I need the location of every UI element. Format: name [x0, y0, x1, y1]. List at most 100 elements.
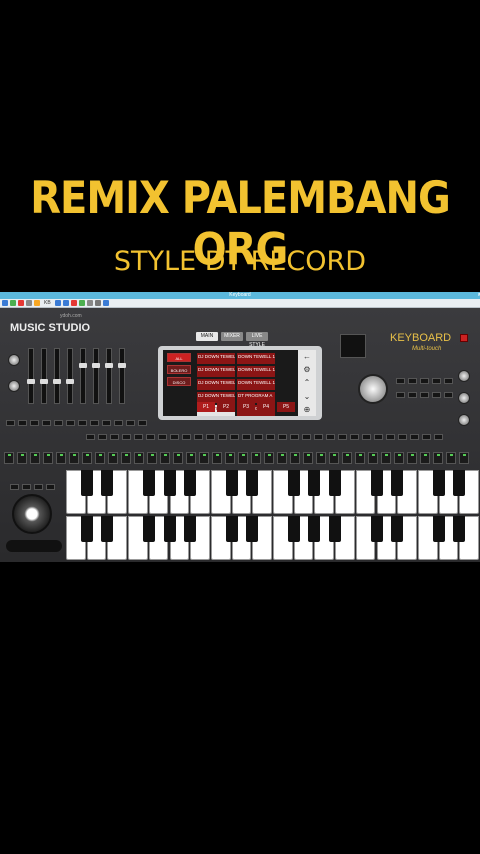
voice-button[interactable] — [230, 434, 239, 440]
category-bolero[interactable]: BOLERO — [167, 365, 191, 374]
track-button[interactable] — [433, 452, 443, 464]
category-all[interactable]: ALL — [167, 353, 191, 362]
black-key[interactable] — [329, 516, 342, 542]
track-button[interactable] — [238, 452, 248, 464]
chord-button[interactable] — [114, 420, 123, 426]
black-key[interactable] — [370, 516, 383, 542]
voice-button[interactable] — [242, 434, 251, 440]
black-key[interactable] — [225, 470, 238, 496]
voice-button[interactable] — [326, 434, 335, 440]
toolbar-help-icon[interactable] — [102, 300, 109, 306]
chord-button[interactable] — [102, 420, 111, 426]
voice-button[interactable] — [254, 434, 263, 440]
right-knob[interactable] — [458, 392, 470, 404]
category-disco[interactable]: DISCO — [167, 377, 191, 386]
toolbar-save-icon[interactable] — [10, 300, 16, 306]
chord-button[interactable] — [6, 420, 15, 426]
voice-button[interactable] — [314, 434, 323, 440]
chord-button[interactable] — [54, 420, 63, 426]
style-button[interactable] — [444, 392, 453, 398]
voice-button[interactable] — [350, 434, 359, 440]
black-key[interactable] — [184, 470, 197, 496]
track-button[interactable] — [342, 452, 352, 464]
chord-button[interactable] — [66, 420, 75, 426]
black-key[interactable] — [453, 470, 466, 496]
track-button[interactable] — [212, 452, 222, 464]
mixer-slider[interactable] — [40, 348, 48, 404]
black-key[interactable] — [101, 516, 114, 542]
track-button[interactable] — [394, 452, 404, 464]
style-button[interactable] — [408, 392, 417, 398]
back-arrow-icon[interactable]: ← — [303, 352, 311, 361]
black-key[interactable] — [142, 470, 155, 496]
black-key[interactable] — [184, 516, 197, 542]
modulation-wheel[interactable] — [12, 494, 52, 534]
voice-button[interactable] — [338, 434, 347, 440]
mixer-slider[interactable] — [79, 348, 87, 404]
track-button[interactable] — [381, 452, 391, 464]
track-button[interactable] — [459, 452, 469, 464]
voice-button[interactable] — [146, 434, 155, 440]
black-key[interactable] — [163, 516, 176, 542]
track-button[interactable] — [134, 452, 144, 464]
voice-button[interactable] — [278, 434, 287, 440]
tab-main[interactable]: MAIN — [196, 332, 218, 341]
track-button[interactable] — [420, 452, 430, 464]
page-button-p1[interactable]: P1 — [197, 402, 215, 412]
track-button[interactable] — [407, 452, 417, 464]
black-key[interactable] — [329, 470, 342, 496]
track-button[interactable] — [368, 452, 378, 464]
style-item[interactable]: DJ DOWN TEWELL 1 — [197, 353, 235, 364]
black-key[interactable] — [246, 516, 259, 542]
toolbar-record-icon[interactable] — [70, 300, 77, 306]
voice-button[interactable] — [434, 434, 443, 440]
track-button[interactable] — [303, 452, 313, 464]
black-key[interactable] — [391, 470, 404, 496]
toolbar-play-icon[interactable] — [78, 300, 85, 306]
mixer-slider[interactable] — [27, 348, 35, 404]
track-button[interactable] — [251, 452, 261, 464]
voice-button[interactable] — [362, 434, 371, 440]
voice-button[interactable] — [206, 434, 215, 440]
black-key[interactable] — [453, 516, 466, 542]
voice-button[interactable] — [122, 434, 131, 440]
toolbar-undo-icon[interactable] — [54, 300, 61, 306]
voice-button[interactable] — [410, 434, 419, 440]
voice-button[interactable] — [110, 434, 119, 440]
voice-button[interactable] — [374, 434, 383, 440]
track-button[interactable] — [4, 452, 14, 464]
chord-button[interactable] — [126, 420, 135, 426]
voice-button[interactable] — [194, 434, 203, 440]
mixer-slider[interactable] — [92, 348, 100, 404]
octave-button[interactable] — [34, 484, 43, 490]
track-button[interactable] — [95, 452, 105, 464]
gear-icon[interactable]: ⚙ — [303, 365, 310, 374]
black-key[interactable] — [370, 470, 383, 496]
toolbar-copy-icon[interactable] — [26, 300, 32, 306]
power-indicator[interactable] — [460, 334, 468, 342]
voice-button[interactable] — [422, 434, 431, 440]
style-item[interactable]: DOWN TEWELL 1 — [237, 366, 275, 377]
page-button-p4[interactable]: P4 — [257, 402, 275, 412]
chord-button[interactable] — [138, 420, 147, 426]
track-button[interactable] — [355, 452, 365, 464]
black-key[interactable] — [225, 516, 238, 542]
black-key[interactable] — [432, 516, 445, 542]
chord-button[interactable] — [78, 420, 87, 426]
style-button[interactable] — [420, 378, 429, 384]
voice-button[interactable] — [290, 434, 299, 440]
track-button[interactable] — [446, 452, 456, 464]
voice-button[interactable] — [302, 434, 311, 440]
up-arrow-icon[interactable]: ⌃ — [304, 378, 311, 387]
mixer-slider[interactable] — [53, 348, 61, 404]
toolbar-cut-icon[interactable] — [18, 300, 24, 306]
mixer-slider[interactable] — [118, 348, 126, 404]
right-knob[interactable] — [458, 370, 470, 382]
chord-button[interactable] — [90, 420, 99, 426]
style-button[interactable] — [432, 392, 441, 398]
mixer-slider[interactable] — [105, 348, 113, 404]
style-item[interactable]: DOWN TEWELL 1 — [237, 353, 275, 364]
style-item[interactable]: DJ DOWN TEWELL 1 — [197, 379, 235, 390]
octave-button[interactable] — [10, 484, 19, 490]
tab-live-style[interactable]: LIVE STYLE — [246, 332, 268, 348]
